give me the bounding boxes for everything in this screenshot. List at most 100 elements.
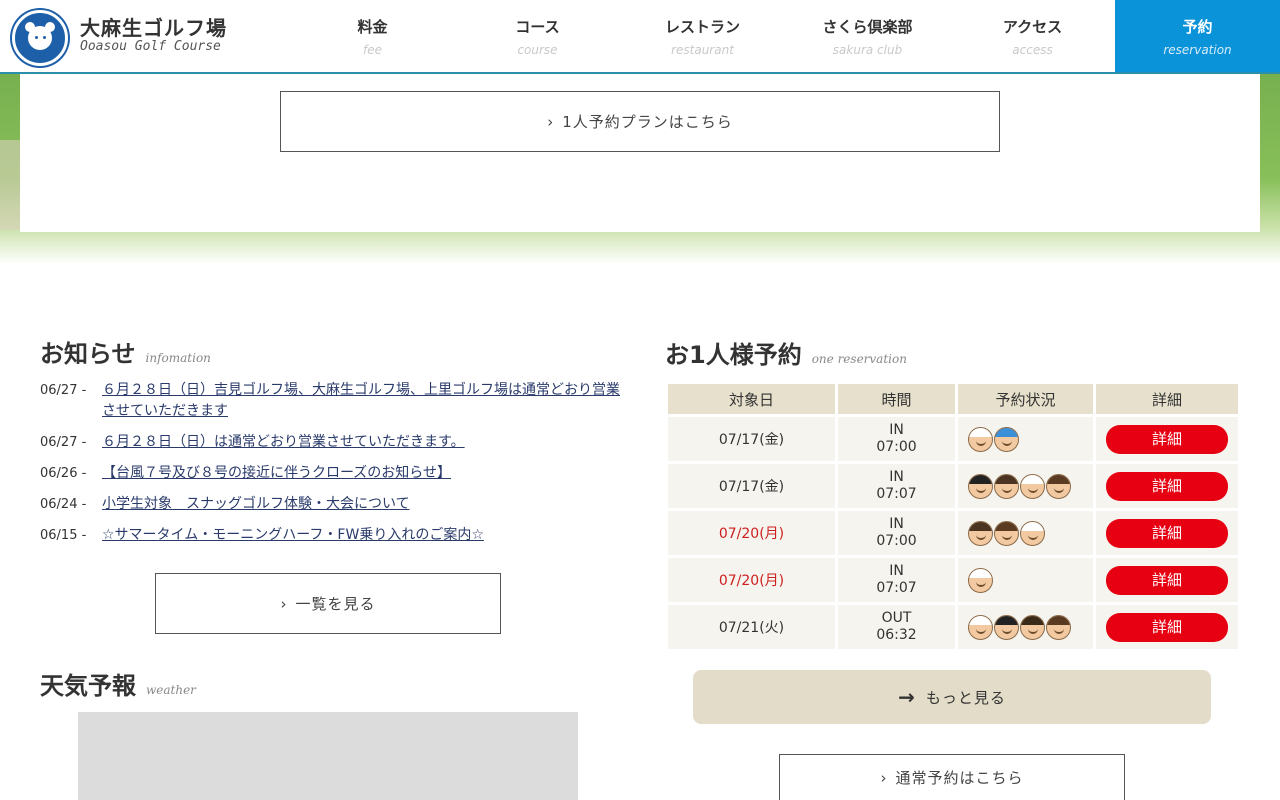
site-title[interactable]: 大麻生ゴルフ場 <box>80 12 227 41</box>
player-avatar-icon <box>968 520 993 546</box>
section-title-en: infomation <box>145 351 211 365</box>
course-label: IN <box>889 422 904 438</box>
course-label: IN <box>889 469 904 485</box>
reservation-heading: お1人様予約 one reservation <box>665 335 907 370</box>
tee-time: 06:32 <box>876 627 917 643</box>
chevron-right-icon: › <box>280 594 288 613</box>
weather-heading: 天気予報 weather <box>40 666 196 701</box>
weather-widget <box>78 712 578 800</box>
booking-status <box>958 558 1093 602</box>
news-date: 06/27 - <box>40 383 87 398</box>
reservation-time: IN 07:00 <box>838 417 955 461</box>
table-row: 07/20(月) IN 07:07 詳細 <box>668 558 1238 602</box>
detail-button[interactable]: 詳細 <box>1106 565 1228 595</box>
reservation-table: 対象日 時間 予約状況 詳細 07/17(金) IN 07:00 詳細 07/1… <box>665 381 1241 652</box>
nav-item-fee[interactable]: 料金 fee <box>290 0 455 72</box>
news-date: 06/15 - <box>40 528 87 542</box>
chevron-right-icon: › <box>880 768 888 787</box>
nav-item-sakura-club[interactable]: さくら倶楽部 sakura club <box>785 0 950 72</box>
player-avatar-icon <box>968 426 993 452</box>
button-label: 通常予約はこちら <box>895 769 1024 787</box>
nav-label: レストラン <box>664 18 740 36</box>
detail-cell: 詳細 <box>1096 417 1238 461</box>
column-header: 詳細 <box>1096 384 1238 414</box>
list-item: 06/24 - 小学生対象 スナッグゴルフ体験・大会について <box>40 494 630 515</box>
detail-cell: 詳細 <box>1096 511 1238 555</box>
nav-item-restaurant[interactable]: レストラン restaurant <box>620 0 785 72</box>
news-link[interactable]: 小学生対象 スナッグゴルフ体験・大会について <box>102 494 410 515</box>
reservation-date: 07/20(月) <box>668 511 835 555</box>
normal-reservation-button[interactable]: › 通常予約はこちら <box>779 754 1125 800</box>
section-title: 天気予報 <box>40 672 136 700</box>
chevron-right-icon: › <box>547 112 555 131</box>
button-label: もっと見る <box>925 688 1006 707</box>
tee-time: 07:00 <box>876 439 917 455</box>
nav-label-en: reservation <box>1163 43 1232 57</box>
nav-label: 料金 <box>357 18 388 36</box>
more-reservations-button[interactable]: → もっと見る <box>693 670 1211 724</box>
button-label: 1人予約プランはこちら <box>562 113 733 131</box>
table-row: 07/20(月) IN 07:00 詳細 <box>668 511 1238 555</box>
section-title: お1人様予約 <box>665 341 802 369</box>
player-avatars <box>958 567 1093 593</box>
tee-time: 07:07 <box>876 580 917 596</box>
nav-label: アクセス <box>1002 18 1063 36</box>
tee-time: 07:00 <box>876 533 917 549</box>
player-avatars <box>958 473 1093 499</box>
news-link[interactable]: ６月２８日（日）吉見ゴルフ場、大麻生ゴルフ場、上里ゴルフ場は通常どおり営業させて… <box>102 380 630 422</box>
player-avatars <box>958 520 1093 546</box>
column-header: 時間 <box>838 384 955 414</box>
news-link[interactable]: 【台風７号及び８号の接近に伴うクローズのお知らせ】 <box>102 463 451 484</box>
player-avatars <box>958 426 1093 452</box>
tee-time: 07:07 <box>876 486 917 502</box>
news-date: 06/24 - <box>40 497 87 512</box>
detail-cell: 詳細 <box>1096 558 1238 602</box>
player-avatar-icon <box>968 567 993 593</box>
reservation-date: 07/17(金) <box>668 464 835 508</box>
news-heading: お知らせ infomation <box>40 334 211 369</box>
reservation-date: 07/17(金) <box>668 417 835 461</box>
reservation-time: IN 07:00 <box>838 511 955 555</box>
news-list: 06/27 - ６月２８日（日）吉見ゴルフ場、大麻生ゴルフ場、上里ゴルフ場は通常… <box>40 380 630 542</box>
section-title-en: one reservation <box>811 352 907 366</box>
nav-item-access[interactable]: アクセス access <box>950 0 1115 72</box>
player-avatar-icon <box>994 520 1019 546</box>
detail-button[interactable]: 詳細 <box>1106 612 1228 642</box>
booking-status <box>958 464 1093 508</box>
nav-item-course[interactable]: コース course <box>455 0 620 72</box>
player-avatar-icon <box>1046 614 1071 640</box>
news-date: 06/27 - <box>40 435 87 450</box>
table-header-row: 対象日 時間 予約状況 詳細 <box>668 384 1238 414</box>
koala-logo-icon[interactable] <box>12 10 68 66</box>
main-nav: 料金 fee コース course レストラン restaurant さくら倶楽… <box>290 0 1280 72</box>
single-plan-button[interactable]: › 1人予約プランはこちら <box>280 91 1000 152</box>
player-avatar-icon <box>1046 473 1071 499</box>
player-avatar-icon <box>1020 520 1045 546</box>
detail-button[interactable]: 詳細 <box>1106 424 1228 454</box>
reservation-time: IN 07:07 <box>838 464 955 508</box>
list-item: 06/27 - ６月２８日（日）吉見ゴルフ場、大麻生ゴルフ場、上里ゴルフ場は通常… <box>40 380 630 422</box>
news-link[interactable]: ６月２８日（日）は通常どおり営業させていただきます。 <box>102 432 465 453</box>
reservation-time: OUT 06:32 <box>838 605 955 649</box>
booking-status <box>958 605 1093 649</box>
section-title: お知らせ <box>40 340 136 368</box>
player-avatar-icon <box>1020 614 1045 640</box>
column-header: 予約状況 <box>958 384 1093 414</box>
news-link[interactable]: ☆サマータイム・モーニングハーフ・FW乗り入れのご案内☆ <box>102 525 484 542</box>
detail-button[interactable]: 詳細 <box>1106 471 1228 501</box>
list-item: 06/26 - 【台風７号及び８号の接近に伴うクローズのお知らせ】 <box>40 463 630 484</box>
player-avatar-icon <box>1020 473 1045 499</box>
site-header: 大麻生ゴルフ場 Ooasou Golf Course 料金 fee コース co… <box>0 0 1280 74</box>
button-label: 一覧を見る <box>295 595 376 613</box>
table-row: 07/17(金) IN 07:07 詳細 <box>668 464 1238 508</box>
booking-status <box>958 511 1093 555</box>
player-avatar-icon <box>994 426 1019 452</box>
detail-button[interactable]: 詳細 <box>1106 518 1228 548</box>
nav-label-en: fee <box>363 43 382 57</box>
reservation-date: 07/21(火) <box>668 605 835 649</box>
player-avatar-icon <box>994 614 1019 640</box>
section-title-en: weather <box>146 683 196 697</box>
column-header: 対象日 <box>668 384 835 414</box>
nav-item-reservation[interactable]: 予約 reservation <box>1115 0 1280 72</box>
news-list-button[interactable]: › 一覧を見る <box>155 573 501 634</box>
